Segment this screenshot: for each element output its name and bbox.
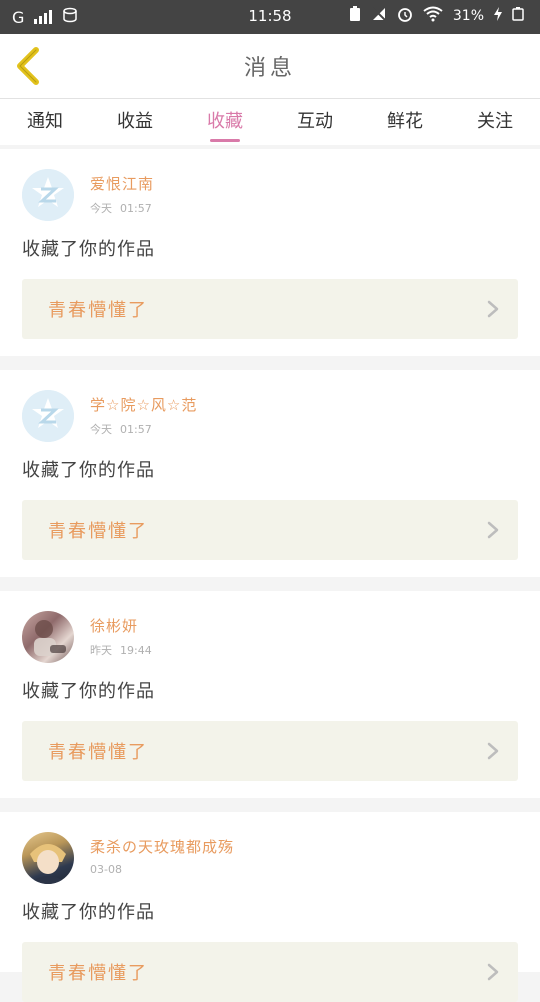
tab-label: 收藏 <box>207 111 243 132</box>
message-card: 徐彬妍 昨天 19:44 收藏了你的作品 青春懵懂了 <box>0 591 540 798</box>
username[interactable]: 柔杀の天玫瑰都成殇 <box>90 836 234 857</box>
username[interactable]: 爱恨江南 <box>90 173 154 194</box>
tab-notifications[interactable]: 通知 <box>0 99 90 145</box>
sim-off-icon <box>371 6 387 26</box>
message-text: 收藏了你的作品 <box>22 460 155 481</box>
time-day: 03-08 <box>90 863 122 876</box>
default-avatar-icon <box>22 169 74 221</box>
work-title: 青春懵懂了 <box>48 300 148 321</box>
work-title: 青春懵懂了 <box>48 742 148 763</box>
header-bar: 消息 <box>0 34 540 99</box>
alarm-icon <box>397 6 413 26</box>
username[interactable]: 徐彬妍 <box>90 615 152 636</box>
tab-earnings[interactable]: 收益 <box>90 99 180 145</box>
work-link[interactable]: 青春懵懂了 <box>22 279 518 339</box>
chevron-right-icon <box>487 963 499 981</box>
tab-follows[interactable]: 关注 <box>450 99 540 145</box>
battery-saver-icon <box>349 6 361 26</box>
message-text: 收藏了你的作品 <box>22 681 155 702</box>
user-photo-icon <box>34 620 66 656</box>
avatar[interactable] <box>22 611 74 663</box>
time-clock: 01:57 <box>120 423 152 436</box>
tab-label: 关注 <box>477 111 513 132</box>
message-card: 爱恨江南 今天 01:57 收藏了你的作品 青春懵懂了 <box>0 149 540 356</box>
battery-icon <box>512 7 524 25</box>
work-link[interactable]: 青春懵懂了 <box>22 721 518 781</box>
user-photo-icon <box>28 844 68 884</box>
default-avatar-icon <box>22 390 74 442</box>
message-text: 收藏了你的作品 <box>22 239 155 260</box>
timestamp: 今天 01:57 <box>90 421 197 437</box>
chevron-right-icon <box>487 742 499 760</box>
page-title: 消息 <box>243 56 296 81</box>
time-clock: 01:57 <box>120 202 152 215</box>
message-text: 收藏了你的作品 <box>22 902 155 923</box>
tab-label: 互动 <box>297 111 333 132</box>
time-day: 今天 <box>90 202 112 215</box>
avatar[interactable] <box>22 169 74 221</box>
wifi-icon <box>423 6 443 26</box>
time-day: 昨天 <box>90 644 112 657</box>
work-title: 青春懵懂了 <box>48 521 148 542</box>
tab-favorites[interactable]: 收藏 <box>180 99 270 145</box>
work-link[interactable]: 青春懵懂了 <box>22 942 518 1002</box>
charging-icon <box>494 7 502 25</box>
battery-level: 31% <box>452 8 484 24</box>
time-day: 今天 <box>90 423 112 436</box>
work-link[interactable]: 青春懵懂了 <box>22 500 518 560</box>
username[interactable]: 学☆院☆风☆范 <box>90 394 197 415</box>
chevron-right-icon <box>487 300 499 318</box>
timestamp: 03-08 <box>90 863 234 876</box>
tab-flowers[interactable]: 鲜花 <box>360 99 450 145</box>
time-clock: 19:44 <box>120 644 152 657</box>
message-card: 学☆院☆风☆范 今天 01:57 收藏了你的作品 青春懵懂了 <box>0 370 540 577</box>
avatar[interactable] <box>22 390 74 442</box>
tab-label: 通知 <box>27 111 63 132</box>
chevron-right-icon <box>487 521 499 539</box>
timestamp: 今天 01:57 <box>90 200 154 216</box>
tab-interactions[interactable]: 互动 <box>270 99 360 145</box>
status-bar: G 11:58 31% <box>0 0 540 34</box>
timestamp: 昨天 19:44 <box>90 642 152 658</box>
work-title: 青春懵懂了 <box>48 963 148 984</box>
avatar[interactable] <box>22 832 74 884</box>
message-list: 爱恨江南 今天 01:57 收藏了你的作品 青春懵懂了 学☆院☆风☆范 今天 0… <box>0 149 540 1002</box>
message-card: 柔杀の天玫瑰都成殇 03-08 收藏了你的作品 青春懵懂了 <box>0 812 540 1002</box>
tab-bar: 通知 收益 收藏 互动 鲜花 关注 <box>0 99 540 145</box>
tab-label: 收益 <box>117 111 153 132</box>
tab-label: 鲜花 <box>387 111 423 132</box>
